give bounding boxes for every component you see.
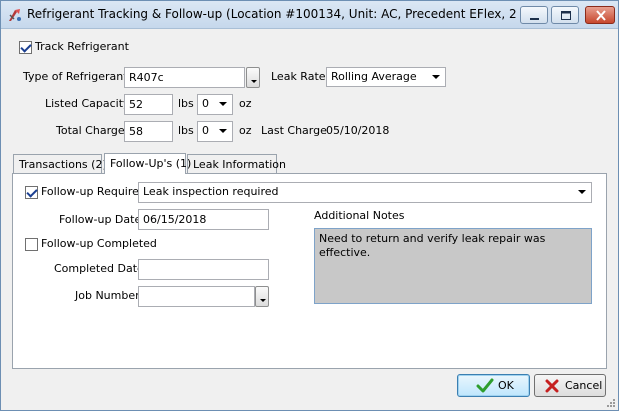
- follow-up-required-label: Follow-up Required: [41, 185, 146, 198]
- listed-capacity-oz-select[interactable]: 0: [197, 94, 233, 115]
- checkmark-icon: [476, 378, 494, 393]
- minimize-icon: [530, 18, 539, 20]
- ok-button[interactable]: OK: [457, 374, 530, 397]
- type-of-refrigerant-input[interactable]: R407c: [124, 67, 245, 88]
- close-icon: [596, 10, 606, 21]
- total-charge-oz-select[interactable]: 0: [197, 121, 233, 142]
- total-charge-oz-unit: oz: [239, 124, 252, 137]
- minimize-button[interactable]: [520, 6, 548, 24]
- leak-rate-select[interactable]: Rolling Average: [326, 67, 446, 87]
- additional-notes-textarea[interactable]: Need to return and verify leak repair wa…: [314, 228, 592, 304]
- resize-grip-icon[interactable]: [606, 398, 616, 408]
- ok-button-label: OK: [498, 379, 514, 392]
- type-of-refrigerant-label: Type of Refrigerant: [23, 70, 128, 83]
- cancel-button[interactable]: Cancel: [534, 374, 606, 397]
- type-of-refrigerant-dropdown-button[interactable]: [246, 67, 260, 88]
- listed-capacity-label: Listed Capacity: [45, 97, 130, 110]
- tab-transactions[interactable]: Transactions (2): [13, 154, 107, 174]
- follow-up-date-input[interactable]: 06/15/2018: [138, 209, 269, 230]
- last-charge-value: 05/10/2018: [326, 124, 390, 137]
- chevron-down-icon: [219, 102, 227, 106]
- chevron-down-icon: [578, 190, 586, 194]
- window-title: Refrigerant Tracking & Follow-up (Locati…: [27, 7, 517, 21]
- additional-notes-label: Additional Notes: [314, 209, 405, 222]
- job-number-input[interactable]: [138, 286, 255, 307]
- total-charge-lbs-input[interactable]: 58: [124, 121, 173, 142]
- last-charge-label: Last Charge: [261, 124, 327, 137]
- leak-rate-value: Rolling Average: [331, 70, 417, 83]
- title-bar[interactable]: Refrigerant Tracking & Follow-up (Locati…: [1, 1, 618, 29]
- listed-capacity-oz-value: 0: [202, 97, 209, 110]
- listed-capacity-lbs-unit: lbs: [178, 97, 194, 110]
- total-charge-oz-value: 0: [202, 124, 209, 137]
- follow-up-required-select[interactable]: Leak inspection required: [138, 182, 592, 203]
- cancel-button-label: Cancel: [565, 379, 603, 392]
- track-refrigerant-label: Track Refrigerant: [35, 40, 129, 53]
- listed-capacity-oz-unit: oz: [239, 97, 252, 110]
- chevron-down-icon: [432, 75, 440, 79]
- completed-date-input[interactable]: [138, 259, 269, 280]
- leak-rate-label: Leak Rate: [271, 70, 326, 83]
- cancel-x-icon: [545, 379, 559, 393]
- completed-date-label: Completed Date: [54, 262, 144, 275]
- follow-up-date-label: Follow-up Date: [59, 213, 142, 226]
- job-number-label: Job Number: [75, 289, 140, 302]
- close-button[interactable]: [585, 6, 615, 24]
- follow-up-required-checkbox[interactable]: [25, 186, 38, 199]
- total-charge-lbs-unit: lbs: [178, 124, 194, 137]
- refrigerant-app-icon: [9, 9, 21, 21]
- job-number-dropdown-button[interactable]: [255, 286, 269, 307]
- follow-up-completed-checkbox[interactable]: [25, 238, 38, 251]
- tab-leak-information[interactable]: Leak Information: [187, 154, 286, 174]
- chevron-down-icon: [219, 129, 227, 133]
- refrigerant-tracking-dialog: Refrigerant Tracking & Follow-up (Locati…: [0, 0, 619, 411]
- maximize-icon: [561, 11, 571, 20]
- maximize-button[interactable]: [551, 6, 579, 24]
- listed-capacity-lbs-input[interactable]: 52: [124, 94, 173, 115]
- track-refrigerant-checkbox[interactable]: [19, 41, 32, 54]
- tab-follow-ups[interactable]: Follow-Up's (1): [104, 153, 191, 174]
- follow-up-required-value: Leak inspection required: [143, 185, 279, 198]
- total-charge-label: Total Charge: [56, 124, 125, 137]
- follow-up-completed-label: Follow-up Completed: [41, 237, 157, 250]
